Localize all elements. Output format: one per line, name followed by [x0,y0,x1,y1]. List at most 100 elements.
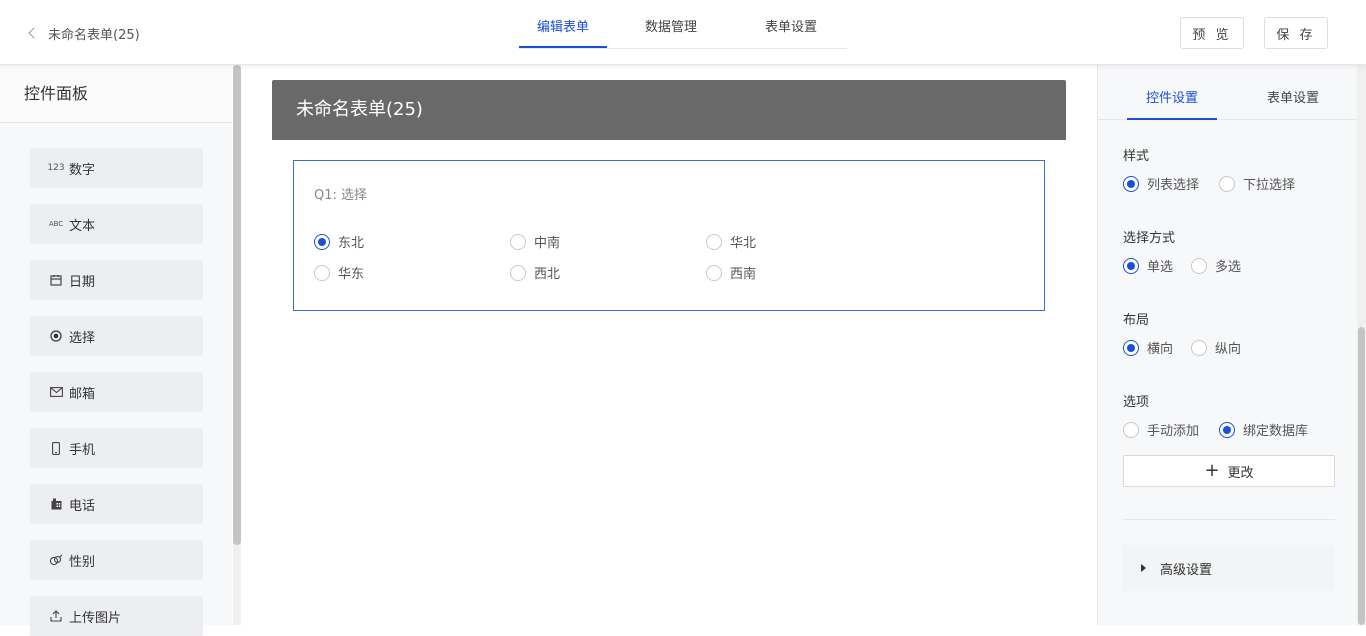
radio-unchecked-icon [510,264,526,281]
plus-icon: + [1204,460,1220,481]
tab-edit-form[interactable]: 编辑表单 [519,0,607,48]
option-label: 华东 [338,267,365,282]
control-item-label: 数字 [69,162,96,178]
control-item-label: 邮箱 [69,386,96,402]
control-item-mobile[interactable]: 手机 [30,428,203,468]
text-icon: ABC [48,220,64,228]
radio-checked-icon [1123,339,1139,356]
calendar-icon [49,274,63,286]
chevron-left-icon [28,27,40,39]
layout-horizontal[interactable]: 横向 [1123,338,1173,357]
option-radio[interactable]: 中南 [510,232,560,251]
save-button[interactable]: 保 存 [1264,17,1328,49]
control-item-gender[interactable]: 性别 [30,540,203,580]
control-item-date[interactable]: 日期 [30,260,203,300]
option-label: 下拉选择 [1243,178,1296,193]
option-radio[interactable]: 华东 [314,263,364,282]
options-source-database[interactable]: 绑定数据库 [1219,420,1308,439]
option-radio[interactable]: 华北 [706,232,756,251]
divider [1123,519,1335,520]
control-item-number[interactable]: 123 数字 [30,148,203,188]
option-label: 中南 [534,236,561,251]
options-source-manual[interactable]: 手动添加 [1123,420,1199,439]
style-option-dropdown[interactable]: 下拉选择 [1219,174,1295,193]
tab-control-settings[interactable]: 控件设置 [1127,65,1217,120]
option-radio[interactable]: 东北 [314,232,364,251]
style-option-list[interactable]: 列表选择 [1123,174,1199,193]
top-header: 未命名表单(25) 编辑表单 数据管理 表单设置 预 览 保 存 [0,0,1366,65]
layout-vertical[interactable]: 纵向 [1191,338,1241,357]
advanced-settings-toggle[interactable]: 高级设置 [1123,545,1335,591]
settings-panel: 控件设置 表单设置 样式 列表选择 下拉选择 选择方式 单选 多选 布局 横向 … [1097,65,1366,625]
control-item-label: 日期 [69,274,96,290]
option-label: 横向 [1147,342,1174,357]
option-label: 西北 [534,267,561,282]
radio-unchecked-icon [510,233,526,250]
control-item-label: 性别 [69,554,96,570]
control-item-upload-image[interactable]: 上传图片 [30,596,203,636]
option-label: 纵向 [1215,342,1242,357]
preview-button[interactable]: 预 览 [1180,17,1244,49]
form-canvas: 未命名表单(25) Q1: 选择 东北 中南 华北 华东 西北 西南 [242,65,1096,625]
settings-tabs: 控件设置 表单设置 [1098,65,1358,120]
control-item-label: 电话 [69,498,96,514]
radio-unchecked-icon [314,264,330,281]
change-button[interactable]: + 更改 [1123,455,1335,487]
control-item-label: 文本 [69,218,96,234]
control-item-email[interactable]: 邮箱 [30,372,203,412]
form-title[interactable]: 未命名表单(25) [272,80,1066,140]
select-mode-label: 选择方式 [1123,231,1176,246]
number-icon: 123 [47,163,65,173]
option-radio[interactable]: 西南 [706,263,756,282]
select-mode-multiple[interactable]: 多选 [1191,256,1241,275]
upload-icon [49,610,63,622]
radio-unchecked-icon [706,264,722,281]
control-item-select[interactable]: 选择 [30,316,203,356]
gender-icon [49,554,63,566]
control-panel-title: 控件面板 [0,65,232,123]
radio-checked-icon [314,233,330,250]
radio-unchecked-icon [1123,421,1139,438]
right-scrollbar[interactable] [1357,65,1366,625]
question-card[interactable]: Q1: 选择 东北 中南 华北 华东 西北 西南 [293,160,1045,311]
tab-form-settings[interactable]: 表单设置 [735,0,847,48]
radio-checked-icon [1219,421,1235,438]
radio-unchecked-icon [706,233,722,250]
layout-label: 布局 [1123,313,1150,328]
scrollbar-thumb[interactable] [233,65,241,545]
main-tabs: 编辑表单 数据管理 表单设置 [519,0,847,49]
advanced-settings-label: 高级设置 [1160,562,1213,578]
radio-checked-icon [1123,257,1139,274]
option-label: 东北 [338,236,365,251]
mobile-icon [49,441,63,455]
scrollbar-thumb[interactable] [1358,327,1365,625]
back-button[interactable]: 未命名表单(25) [26,22,140,44]
option-label: 单选 [1147,260,1174,275]
control-item-text[interactable]: ABC 文本 [30,204,203,244]
option-label: 华北 [730,236,757,251]
control-item-phone[interactable]: 电话 [30,484,203,524]
control-panel: 控件面板 123 数字 ABC 文本 日期 选择 邮箱 手机 电话 性别 上传图… [0,65,232,636]
radio-unchecked-icon [1191,339,1207,356]
telephone-icon [49,498,63,510]
change-button-label: 更改 [1227,465,1254,481]
select-mode-single[interactable]: 单选 [1123,256,1173,275]
control-item-label: 选择 [69,330,96,346]
caret-right-icon [1141,564,1146,572]
left-scrollbar[interactable] [233,65,241,625]
option-label: 列表选择 [1147,178,1200,193]
tab-form-settings-panel[interactable]: 表单设置 [1248,65,1338,120]
radio-unchecked-icon [1191,257,1207,274]
control-item-label: 手机 [69,442,96,458]
radio-icon [49,330,63,342]
option-radio[interactable]: 西北 [510,263,560,282]
tab-data-management[interactable]: 数据管理 [607,0,735,48]
option-label: 多选 [1215,260,1242,275]
option-label: 手动添加 [1147,424,1200,439]
radio-unchecked-icon [1219,175,1235,192]
option-label: 绑定数据库 [1243,424,1309,439]
style-label: 样式 [1123,149,1150,164]
question-title: Q1: 选择 [314,188,368,203]
form-name-label: 未命名表单(25) [48,27,140,43]
control-item-label: 上传图片 [69,610,122,626]
